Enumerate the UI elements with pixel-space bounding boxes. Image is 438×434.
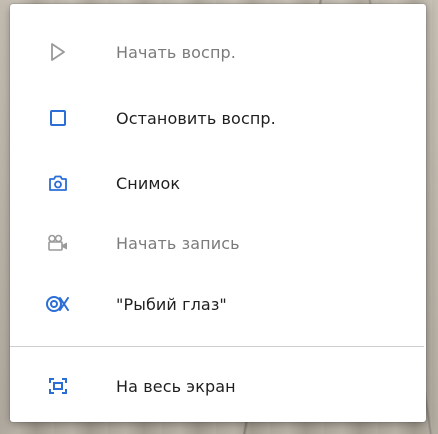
stop-icon <box>44 104 72 132</box>
menu-item-label: Начать воспр. <box>116 42 236 62</box>
camera-icon <box>44 169 72 197</box>
menu-divider <box>10 346 424 347</box>
menu-item-fullscreen[interactable]: На весь экран <box>10 355 426 417</box>
menu-item-label: "Рыбий глаз" <box>116 294 227 314</box>
menu-item-start-playback[interactable]: Начать воспр. <box>10 21 426 83</box>
menu-item-stop-playback[interactable]: Остановить воспр. <box>10 87 426 149</box>
menu-item-label: Остановить воспр. <box>116 108 276 128</box>
menu-item-snapshot[interactable]: Снимок <box>10 152 426 214</box>
menu-item-start-recording[interactable]: Начать запись <box>10 212 426 274</box>
menu-item-label: Начать запись <box>116 233 240 253</box>
play-icon <box>44 38 72 66</box>
menu-item-label: На весь экран <box>116 376 236 396</box>
video-camera-icon <box>44 229 72 257</box>
context-menu: Начать воспр. Остановить воспр. Снимок Н… <box>10 4 426 422</box>
menu-item-fisheye[interactable]: "Рыбий глаз" <box>10 273 426 335</box>
fullscreen-icon <box>44 372 72 400</box>
menu-item-label: Снимок <box>116 173 181 193</box>
fisheye-icon <box>44 290 72 318</box>
